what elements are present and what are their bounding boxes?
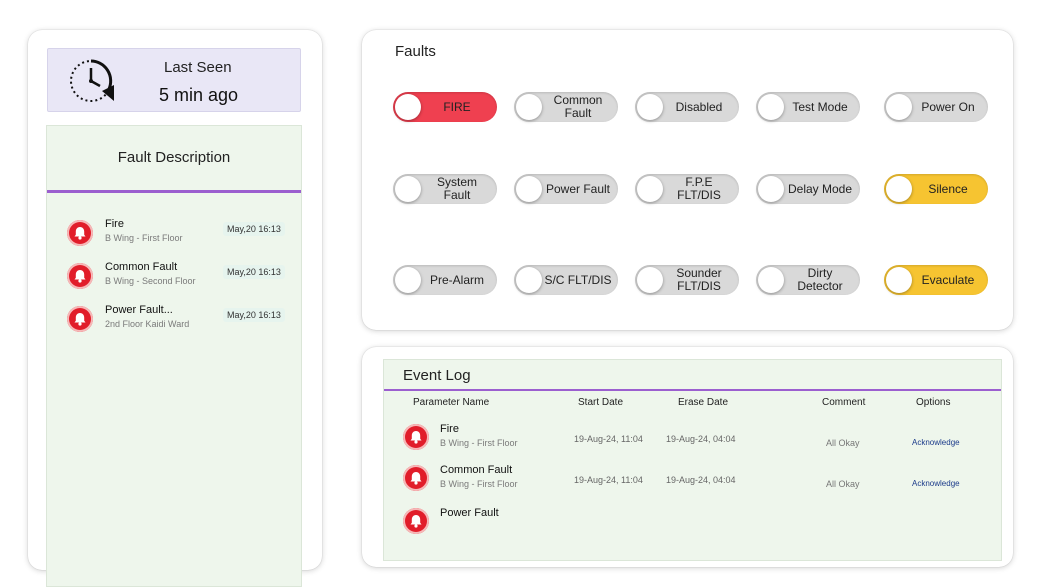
fault-item-time: May,20 16:13	[223, 308, 285, 322]
toggle-label: System Fault	[436, 175, 477, 202]
fault-description-divider	[47, 190, 301, 193]
toggle-label: Dirty Detector	[797, 266, 843, 293]
bell-icon	[403, 424, 429, 450]
toggle-knob	[516, 176, 542, 202]
row-location: B Wing - First Floor	[440, 479, 518, 489]
fault-item-location: B Wing - First Floor	[105, 233, 183, 243]
column-header: Start Date	[578, 397, 624, 408]
bell-icon	[403, 465, 429, 491]
acknowledge-link[interactable]: Acknowledge	[912, 479, 960, 488]
toggle-label: Pre-Alarm	[429, 272, 484, 287]
toggle-label: Common Fault	[553, 93, 603, 120]
toggle-label: Delay Mode	[787, 181, 853, 196]
row-comment: All Okay	[826, 438, 860, 448]
toggle-label: Test Mode	[792, 99, 848, 114]
row-name: Fire	[440, 423, 459, 435]
toggle-label: Evaculate	[921, 272, 975, 287]
toggle-dirty-detector[interactable]: Dirty Detector	[756, 265, 860, 295]
toggle-evaculate[interactable]: Evaculate	[884, 265, 988, 295]
clock-history-icon	[70, 59, 114, 102]
toggle-label: Silence	[928, 181, 968, 196]
bell-icon	[67, 220, 93, 246]
toggle-knob	[886, 94, 912, 120]
last-seen-box: Last Seen 5 min ago	[47, 48, 301, 112]
event-log-divider	[384, 389, 1001, 391]
bell-icon	[67, 263, 93, 289]
row-comment: All Okay	[826, 479, 860, 489]
column-header: Options	[916, 397, 951, 408]
toggle-pre-alarm[interactable]: Pre-Alarm	[393, 265, 497, 295]
toggle-system-fault[interactable]: System Fault	[393, 174, 497, 204]
event-log-title: Event Log	[403, 367, 471, 384]
fault-description-title: Fault Description	[117, 149, 231, 166]
toggle-silence[interactable]: Silence	[884, 174, 988, 204]
toggle-knob	[516, 267, 542, 293]
row-name: Power Fault	[440, 507, 499, 519]
toggle-knob	[886, 176, 912, 202]
fault-item-location: 2nd Floor Kaidi Ward	[105, 319, 190, 329]
left-panel: Last Seen 5 min ago Fault Description Fi…	[28, 30, 322, 587]
fault-description-panel: Fault Description Fire B Wing - First Fl…	[46, 125, 302, 587]
event-log-table: Event Log Parameter Name Start Date Eras…	[383, 359, 1002, 561]
fault-item[interactable]: Power Fault... 2nd Floor Kaidi Ward May,…	[67, 304, 287, 344]
acknowledge-link[interactable]: Acknowledge	[912, 438, 960, 447]
toggle-knob	[758, 94, 784, 120]
toggle-label: Power Fault	[545, 181, 611, 196]
toggle-fpe-flt-dis[interactable]: F.P.E FLT/DIS	[635, 174, 739, 204]
toggle-knob	[637, 267, 663, 293]
toggle-label: FIRE	[443, 99, 471, 114]
toggle-knob	[637, 176, 663, 202]
toggle-power-fault[interactable]: Power Fault	[514, 174, 618, 204]
fault-item[interactable]: Common Fault B Wing - Second Floor May,2…	[67, 261, 287, 301]
toggle-fire[interactable]: FIRE	[393, 92, 497, 122]
toggle-label: F.P.E FLT/DIS	[677, 175, 721, 202]
toggle-disabled[interactable]: Disabled	[635, 92, 739, 122]
fault-item-location: B Wing - Second Floor	[105, 276, 196, 286]
row-start-date: 19-Aug-24, 11:04	[574, 434, 643, 444]
column-header: Erase Date	[678, 397, 729, 408]
table-row[interactable]: Common Fault B Wing - First Floor 19-Aug…	[384, 461, 1001, 501]
toggle-knob	[395, 94, 421, 120]
table-row[interactable]: Power Fault	[384, 504, 1001, 544]
toggle-label: Power On	[921, 99, 975, 114]
last-seen-label: Last Seen	[164, 59, 232, 76]
toggle-sounder-flt-dis[interactable]: Sounder FLT/DIS	[635, 265, 739, 295]
toggle-power-on[interactable]: Power On	[884, 92, 988, 122]
row-start-date: 19-Aug-24, 11:04	[574, 475, 643, 485]
last-seen-value: 5 min ago	[159, 85, 239, 105]
bell-icon	[403, 508, 429, 534]
fault-item[interactable]: Fire B Wing - First Floor May,20 16:13	[67, 218, 287, 258]
toggle-label: Disabled	[675, 99, 723, 114]
toggle-knob	[516, 94, 542, 120]
toggle-label: S/C FLT/DIS	[544, 272, 612, 287]
toggle-knob	[395, 176, 421, 202]
row-name: Common Fault	[440, 464, 513, 476]
column-header: Comment	[822, 397, 866, 408]
fault-item-name: Fire	[105, 218, 124, 230]
event-log-panel: Event Log Parameter Name Start Date Eras…	[362, 347, 1013, 567]
row-erase-date: 19-Aug-24, 04:04	[666, 475, 736, 485]
toggle-knob	[395, 267, 421, 293]
toggle-sc-flt-dis[interactable]: S/C FLT/DIS	[514, 265, 618, 295]
fault-item-time: May,20 16:13	[223, 222, 285, 236]
toggle-knob	[758, 176, 784, 202]
fault-item-name: Common Fault	[105, 261, 178, 273]
toggle-knob	[637, 94, 663, 120]
toggle-knob	[758, 267, 784, 293]
faults-panel: Faults FIRE Common Fault Disabled Test M…	[362, 30, 1013, 330]
table-row[interactable]: Fire B Wing - First Floor 19-Aug-24, 11:…	[384, 420, 1001, 460]
faults-title: Faults	[395, 43, 436, 60]
fault-item-time: May,20 16:13	[223, 265, 285, 279]
toggle-label: Sounder FLT/DIS	[676, 266, 722, 293]
row-location: B Wing - First Floor	[440, 438, 518, 448]
fault-item-name: Power Fault...	[105, 304, 173, 316]
toggle-test-mode[interactable]: Test Mode	[756, 92, 860, 122]
toggle-common-fault[interactable]: Common Fault	[514, 92, 618, 122]
bell-icon	[67, 306, 93, 332]
row-erase-date: 19-Aug-24, 04:04	[666, 434, 736, 444]
toggle-knob	[886, 267, 912, 293]
column-header: Parameter Name	[413, 397, 490, 408]
toggle-delay-mode[interactable]: Delay Mode	[756, 174, 860, 204]
